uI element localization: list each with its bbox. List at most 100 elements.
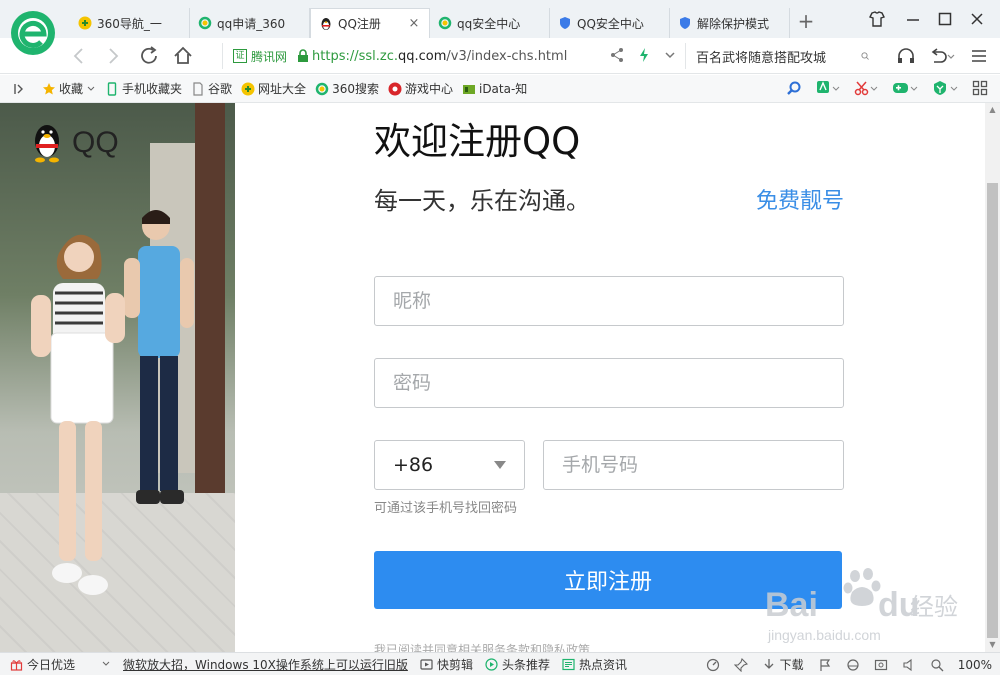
hot-news-label: 热点资讯 [579,657,628,672]
page-content: QQ 欢迎注册QQ 每一天，乐在沟通。 免费靓号 昵称 密码 +86 手机号码 … [0,103,985,652]
watermark-domain: jingyan.baidu.com [767,627,881,643]
accelerate-icon[interactable] [706,658,720,672]
pin-icon[interactable] [733,657,748,672]
download-button[interactable]: 下载 [762,656,804,673]
tab-qq-security-center[interactable]: QQ安全中心 [550,8,670,38]
scroll-thumb[interactable] [987,183,998,638]
scroll-down-arrow-icon[interactable]: ▼ [985,638,1000,652]
game-center-icon [388,82,402,95]
menu-icon[interactable] [970,46,988,66]
sidebar-toggle-icon[interactable] [12,82,26,96]
ie-mode-icon[interactable] [846,658,860,672]
refresh-icon[interactable] [136,43,162,69]
url-host: qq.com [398,48,447,64]
bookmark-label: iData-知 [478,82,528,96]
qq-penguin-icon [321,17,331,30]
nickname-input[interactable] [374,276,844,326]
today-picks-label: 今日优选 [27,657,76,672]
minimize-icon[interactable] [902,8,924,30]
360-nav-icon [241,82,255,95]
country-code-value: +86 [393,454,434,476]
qq-brand[interactable]: QQ [30,123,119,163]
bookmark-url-directory[interactable]: 网址大全 [241,80,306,97]
close-icon[interactable]: × [407,16,421,31]
gift-icon [10,659,23,671]
screenshot-icon[interactable] [874,658,888,672]
scissors-icon[interactable] [854,80,878,96]
lock-icon[interactable] [297,49,309,63]
chevron-down-icon [102,661,110,666]
bookmark-favorites[interactable]: 收藏 [42,80,96,97]
quick-cut-icon [420,658,433,670]
magnifier-icon[interactable] [786,80,802,96]
tab-label: qq申请_360 [217,16,286,31]
lightning-icon[interactable] [638,47,650,63]
country-code-select[interactable]: +86 [374,440,525,490]
scroll-up-arrow-icon[interactable]: ▲ [985,103,1000,117]
undo-icon[interactable] [928,46,956,66]
browser-logo-icon[interactable] [8,8,58,58]
headphones-icon[interactable] [896,46,916,66]
apps-grid-icon[interactable] [972,80,988,96]
close-window-icon[interactable] [966,8,988,30]
home-icon[interactable] [170,43,196,69]
tab-bar: 360导航_一 qq申请_360 QQ注册 × qq安全中心 QQ安全中心 解除… [0,0,1000,55]
quick-cut-button[interactable]: 快剪辑 [420,656,473,673]
skin-icon[interactable] [866,8,888,30]
wallet-icon[interactable] [932,80,958,96]
agreement-text[interactable]: 我已阅读并同意相关服务条款和隐私政策 [374,641,590,652]
gamepad-icon[interactable] [892,80,918,96]
bookmark-idata[interactable]: iData-知 [462,80,527,97]
qq-brand-text: QQ [72,126,119,159]
new-tab-button[interactable]: + [794,10,818,34]
bookmark-mobile-favorites[interactable]: 手机收藏夹 [105,80,182,97]
360-search-icon [438,16,452,30]
tab-label: 360导航_一 [97,16,162,31]
bookmark-game-center[interactable]: 游戏中心 [388,80,453,97]
bookmark-label: 360搜索 [332,82,379,96]
today-picks[interactable]: 今日优选 [10,656,111,673]
caret-down-icon [494,461,506,469]
chevron-down-icon[interactable] [664,47,676,63]
tab-qq-register[interactable]: QQ注册 × [310,8,430,38]
news-ticker-link[interactable]: 微软放大招，Windows 10X操作系统上可以运行旧版 [123,656,408,673]
address-toolbar: 证 腾讯网 https://ssl.zc. qq.com/v3/index-chs… [0,38,1000,74]
watermark-brand: Bai [765,586,818,624]
volume-icon[interactable] [902,658,916,672]
page-scrollbar[interactable]: ▲ ▼ [985,103,1000,652]
shield-icon [680,17,690,29]
zoom-icon[interactable] [930,658,944,672]
flag-icon[interactable] [818,658,832,672]
search-input[interactable]: 百名武将随意搭配攻城 [685,43,885,69]
search-icon[interactable] [861,49,885,63]
360-search-icon [198,16,212,30]
maximize-icon[interactable] [934,8,956,30]
bookmark-label: 手机收藏夹 [122,82,183,96]
site-verified-badge[interactable]: 证 腾讯网 [233,48,287,65]
bookmark-google[interactable]: 谷歌 [191,80,232,97]
bookmark-360-search[interactable]: 360搜索 [315,80,379,97]
tab-qq-security-search[interactable]: qq安全中心 [430,8,550,38]
zoom-level[interactable]: 100% [958,658,992,672]
free-number-link[interactable]: 免费靓号 [756,183,844,215]
watermark-service: 经验 [910,593,958,621]
download-icon [764,658,774,669]
phone-input[interactable] [543,440,844,490]
hero-image: QQ [0,103,235,652]
headlines-button[interactable]: 头条推荐 [485,656,550,673]
shield-icon [560,17,570,29]
tab-unlock-protection[interactable]: 解除保护模式 [670,8,790,38]
share-icon[interactable] [610,47,624,63]
url-path: /v3/index-chs.html [446,48,568,64]
tab-qq-apply[interactable]: qq申请_360 [190,8,310,38]
news-icon [562,658,575,670]
chevron-down-icon [87,86,95,91]
tab-360-nav[interactable]: 360导航_一 [70,8,190,38]
back-icon[interactable] [66,43,92,69]
bookmark-label: 收藏 [59,82,84,96]
password-input[interactable] [374,358,844,408]
translate-icon[interactable] [816,80,840,96]
forward-icon[interactable] [100,43,126,69]
star-icon [43,82,55,94]
hot-news-button[interactable]: 热点资讯 [562,656,627,673]
